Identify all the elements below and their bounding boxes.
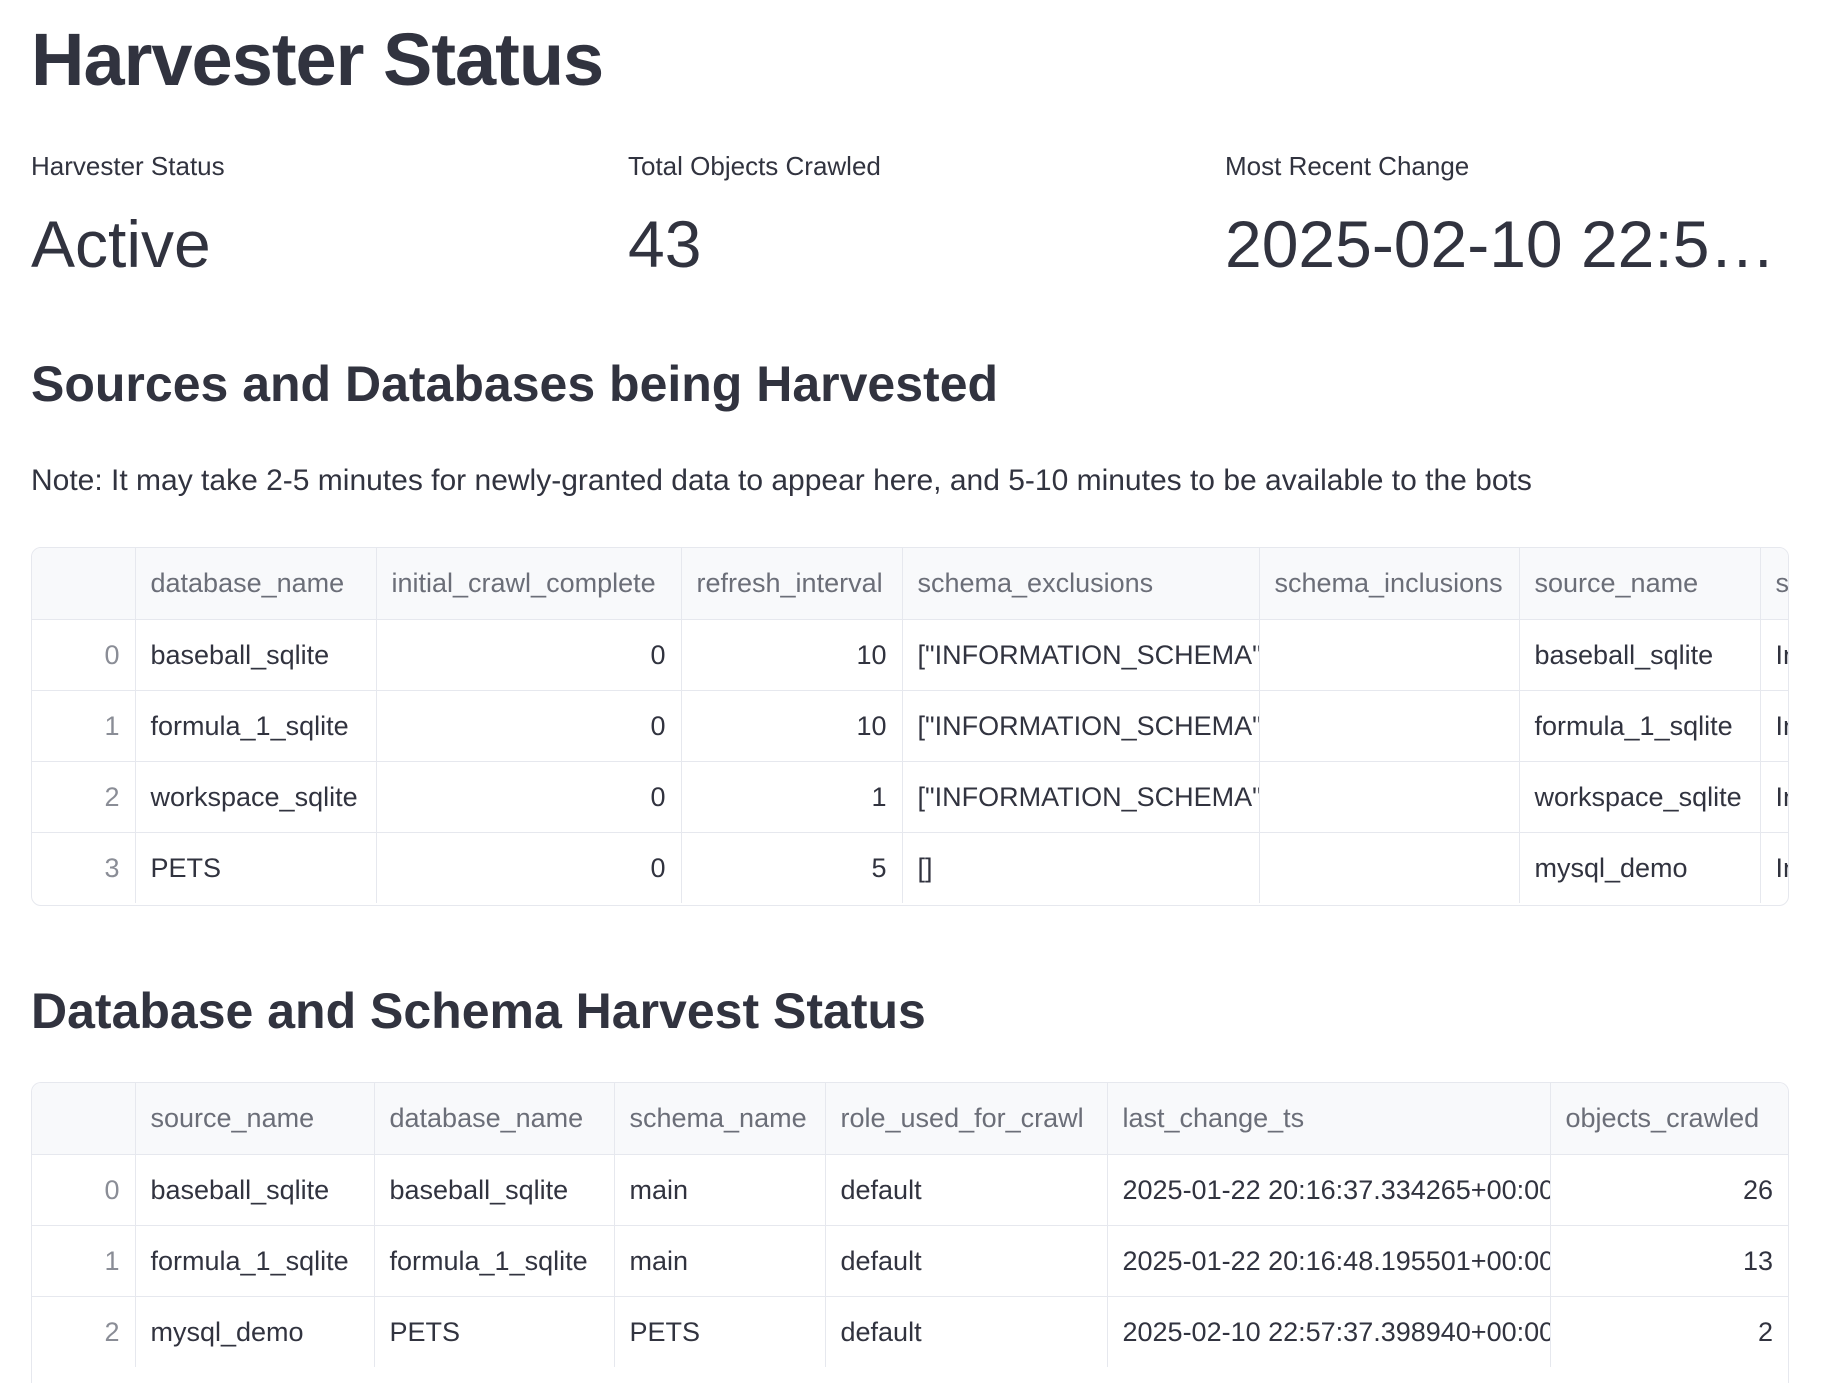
table-cell[interactable]: 10 [681, 690, 903, 762]
table-cell[interactable]: In [1760, 690, 1788, 762]
index-column-header[interactable] [32, 548, 136, 620]
table-cell[interactable]: ["INFORMATION_SCHEMA"] [902, 690, 1260, 762]
table-cell[interactable]: baseball_sqlite [135, 1154, 375, 1226]
table-cell[interactable]: PETS [374, 1296, 615, 1367]
table-row[interactable]: 3PETS05[] mysql_demoIn [32, 832, 1789, 904]
row-index[interactable]: 0 [32, 619, 136, 691]
table-cell[interactable]: formula_1_sqlite [135, 690, 377, 762]
row-index[interactable]: 1 [32, 1225, 136, 1297]
table-cell[interactable]: ["INFORMATION_SCHEMA"] [902, 761, 1260, 833]
column-header-initial-crawl-complete[interactable]: initial_crawl_complete [376, 548, 682, 620]
table-cell[interactable]: 5 [681, 832, 903, 903]
column-header-schema-inclusions[interactable]: schema_inclusions [1259, 548, 1520, 620]
table-row[interactable]: 1 formula_1_sqlite formula_1_sqlite main def… [32, 1225, 1788, 1297]
sources-note: Note: It may take 2-5 minutes for newly-… [31, 464, 1532, 497]
metric-harvester-status: Harvester Status Active [31, 150, 591, 284]
table-cell[interactable]: 0 [376, 619, 682, 691]
metric-label: Harvester Status [31, 151, 225, 181]
table-cell[interactable]: 0 [376, 761, 682, 833]
schema-status-table[interactable]: source_name database_name schema_name role_… [31, 1082, 1789, 1383]
table-cell[interactable]: 0 [376, 832, 682, 903]
sources-heading: Sources and Databases being Harvested [31, 356, 999, 412]
index-column-header[interactable] [32, 1083, 136, 1155]
table-row[interactable]: 2 workspace_sqlite 0 1 ["INFORMATION_SCHEMA"… [32, 761, 1788, 833]
table-cell[interactable]: baseball_sqlite [374, 1154, 615, 1226]
metric-value: Active [31, 207, 211, 281]
column-header-last-change-ts[interactable]: last_change_ts [1107, 1083, 1551, 1155]
table-cell[interactable] [1259, 619, 1520, 691]
column-header-objects-crawled[interactable]: objects_crawled [1550, 1083, 1788, 1155]
table-cell[interactable] [1259, 690, 1520, 762]
table-row[interactable]: 0 baseball_sqlite 0 10 ["INFORMATION_SCHEMA"… [32, 619, 1788, 691]
column-header-source-name[interactable]: source_name [135, 1083, 375, 1155]
row-index[interactable]: 0 [32, 1154, 136, 1226]
table-cell[interactable]: PETS [135, 832, 377, 903]
column-header-refresh-interval[interactable]: refresh_interval [681, 548, 903, 620]
table-cell[interactable]: baseball_sqlite [135, 619, 377, 691]
table-cell[interactable]: [] [902, 832, 1260, 903]
table-cell[interactable]: 0 [376, 690, 682, 762]
table-cell[interactable]: 1 [681, 761, 903, 833]
table-cell[interactable]: ["INFORMATION_SCHEMA"] [902, 619, 1260, 691]
metrics-row: Harvester Status Active Total Objects Cr… [31, 150, 1793, 290]
table-cell[interactable] [1259, 761, 1520, 833]
page-title: Harvester Status [31, 18, 604, 101]
table-cell[interactable]: default [825, 1154, 1108, 1226]
table-cell[interactable] [1259, 832, 1520, 903]
table-cell[interactable]: formula_1_sqlite [1519, 690, 1761, 762]
table-cell[interactable]: workspace_sqlite [135, 761, 377, 833]
table-cell[interactable]: workspace_sqlite [1519, 761, 1761, 833]
table-cell[interactable]: 2 [1550, 1297, 1788, 1368]
column-header-role-used-for-crawl[interactable]: role_used_for_crawl [825, 1083, 1108, 1155]
table-row[interactable]: 0 baseball_sqlite baseball_sqlite main defau… [32, 1154, 1788, 1226]
column-header-schema-name[interactable]: schema_name [614, 1083, 826, 1155]
table-cell[interactable]: baseball_sqlite [1519, 619, 1761, 691]
table-cell[interactable]: 2025-02-10 22:57:37.398940+00:00 [1107, 1296, 1551, 1367]
table-cell[interactable]: 2025-01-22 20:16:48.195501+00:00 [1107, 1225, 1551, 1297]
column-header-s[interactable]: s [1760, 548, 1788, 620]
metric-most-recent-change: Most Recent Change 2025-02-10 22:5… [1225, 150, 1785, 284]
row-index[interactable]: 2 [32, 1296, 136, 1367]
row-index[interactable]: 3 [32, 832, 136, 903]
table-cell[interactable]: PETS [614, 1296, 826, 1367]
metric-value: 43 [628, 207, 702, 281]
table-cell[interactable]: main [614, 1154, 826, 1226]
table-cell[interactable]: 13 [1550, 1225, 1788, 1297]
column-header-database-name[interactable]: database_name [374, 1083, 615, 1155]
table-cell[interactable]: 2025-01-22 20:16:37.334265+00:00 [1107, 1154, 1551, 1226]
schema-status-heading: Database and Schema Harvest Status [31, 983, 926, 1039]
column-header-schema-exclusions[interactable]: schema_exclusions [902, 548, 1260, 620]
table-cell[interactable]: default [825, 1225, 1108, 1297]
column-header-database-name[interactable]: database_name [135, 548, 377, 620]
sources-table[interactable]: database_name initial_crawl_complete refre… [31, 547, 1789, 906]
table-cell[interactable]: mysql_demo [135, 1296, 375, 1367]
row-index[interactable]: 1 [32, 690, 136, 762]
table-cell[interactable]: In [1760, 833, 1789, 904]
table-row[interactable]: 2 mysql_demo PETS PETS default 2025-02-10 22:… [32, 1296, 1788, 1368]
table-cell[interactable]: formula_1_sqlite [135, 1225, 375, 1297]
table-row[interactable]: 1 formula_1_sqlite 0 10 ["INFORMATION_SCHEMA… [32, 690, 1788, 762]
table-cell[interactable]: main [614, 1225, 826, 1297]
table-cell[interactable]: default [825, 1296, 1108, 1367]
table-cell[interactable]: In [1760, 761, 1788, 833]
metric-total-objects: Total Objects Crawled 43 [628, 150, 1188, 284]
metric-label: Total Objects Crawled [628, 151, 881, 181]
table-cell[interactable]: formula_1_sqlite [374, 1225, 615, 1297]
metric-label: Most Recent Change [1225, 151, 1470, 181]
table-cell[interactable]: mysql_demo [1519, 832, 1761, 903]
table-cell[interactable]: 10 [681, 619, 903, 691]
table-cell[interactable]: In [1760, 619, 1788, 691]
table-cell[interactable]: 26 [1550, 1154, 1788, 1226]
column-header-source-name[interactable]: source_name [1519, 548, 1761, 620]
row-index[interactable]: 2 [32, 761, 136, 833]
metric-value: 2025-02-10 22:5… [1225, 207, 1776, 281]
